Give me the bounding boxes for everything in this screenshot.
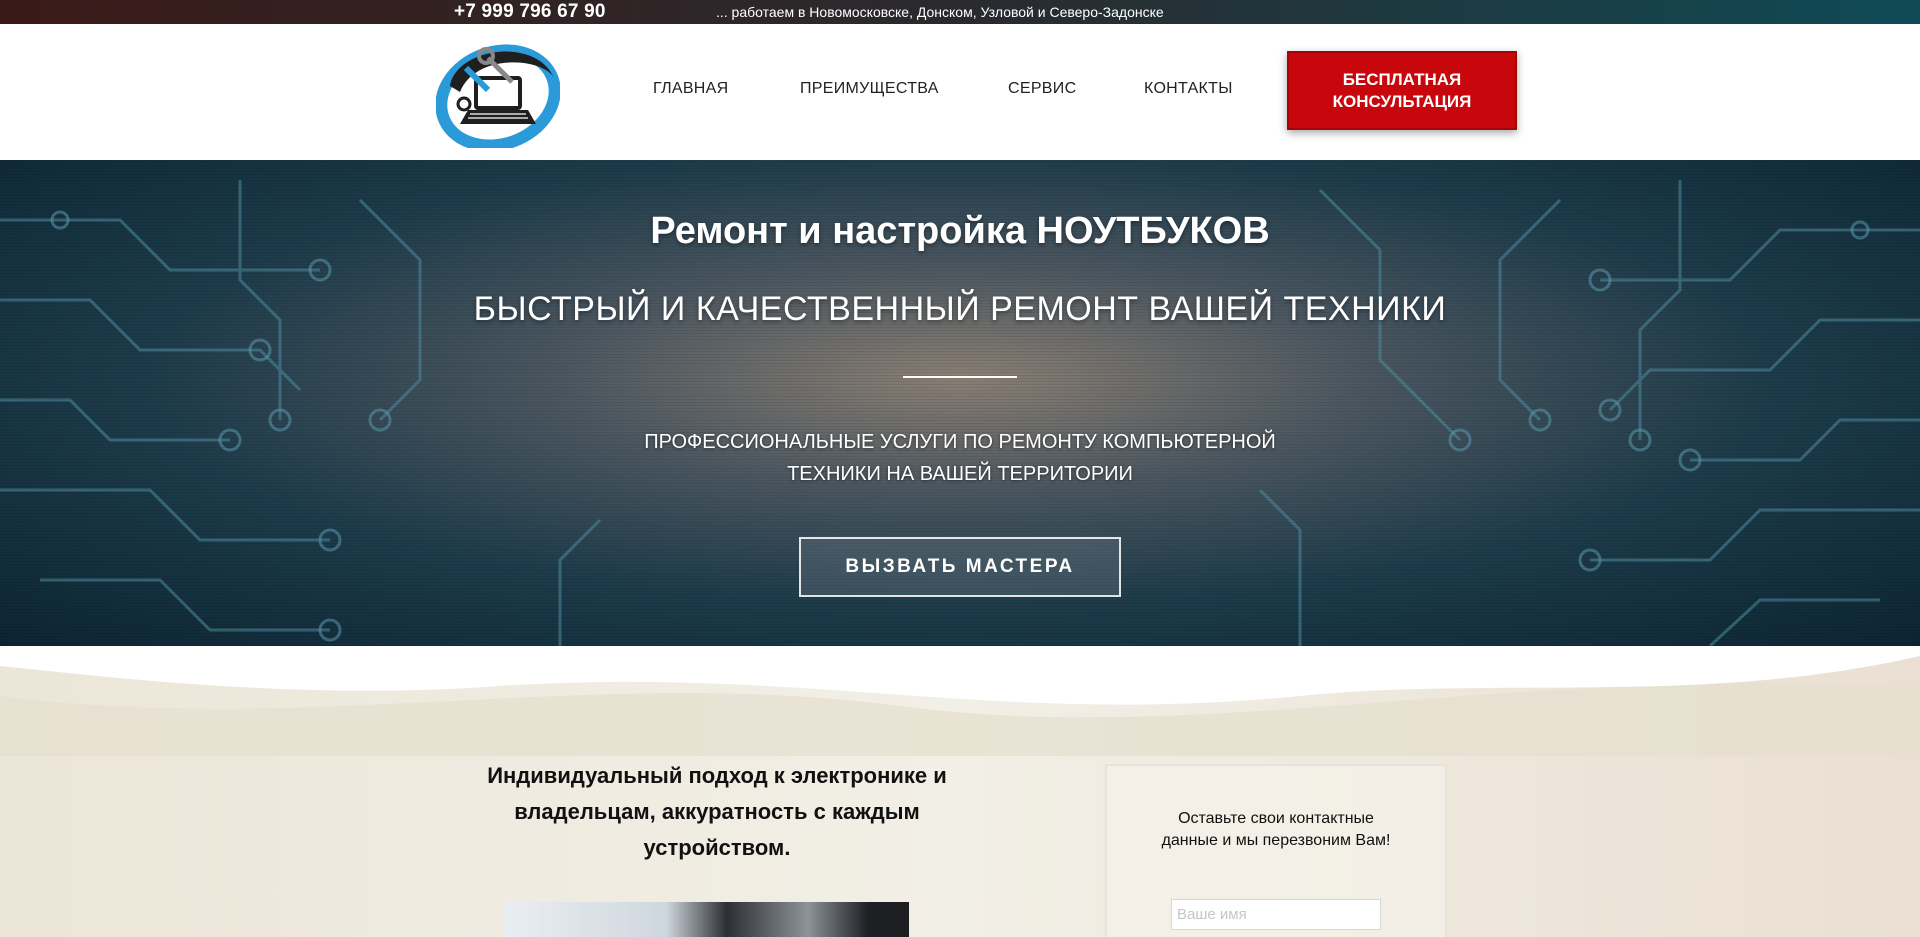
cta-line-2: КОНСУЛЬТАЦИЯ (1332, 91, 1472, 111)
hero-description: ПРОФЕССИОНАЛЬНЫЕ УСЛУГИ ПО РЕМОНТУ КОМПЬ… (560, 426, 1360, 490)
nav-item-service[interactable]: СЕРВИС (1008, 80, 1076, 98)
about-section: Индивидуальный подход к электронике и вл… (0, 646, 1920, 937)
technician-photo (504, 902, 909, 937)
hero-title: Ремонт и настройка НОУТБУКОВ (650, 210, 1270, 252)
laptop-repair-logo-icon[interactable] (435, 38, 561, 152)
wave-decoration (0, 646, 1920, 756)
callback-form-text: Оставьте свои контактные данные и мы пер… (1107, 808, 1445, 852)
hero-description-line-1: ПРОФЕССИОНАЛЬНЫЕ УСЛУГИ ПО РЕМОНТУ КОМПЬ… (644, 431, 1276, 453)
tagline-line-2: владельцам, аккуратность с каждым (514, 799, 920, 824)
tagline-line-3: устройством. (643, 835, 791, 860)
cta-line-1: БЕСПЛАТНАЯ (1342, 69, 1462, 89)
call-master-button[interactable]: ВЫЗВАТЬ МАСТЕРА (799, 537, 1121, 597)
nav-item-main[interactable]: ГЛАВНАЯ (653, 80, 729, 98)
site-header: ГЛАВНАЯ ПРЕИМУЩЕСТВА СЕРВИС КОНТАКТЫ БЕС… (0, 24, 1920, 160)
form-text-line-1: Оставьте свои контактные (1178, 810, 1374, 827)
top-bar: +7 999 796 67 90 ... работаем в Новомоск… (0, 0, 1920, 24)
phone-number[interactable]: +7 999 796 67 90 (454, 1, 606, 23)
nav-item-advantages[interactable]: ПРЕИМУЩЕСТВА (800, 80, 939, 98)
nav-item-contacts[interactable]: КОНТАКТЫ (1144, 80, 1233, 98)
free-consultation-button[interactable]: БЕСПЛАТНАЯ КОНСУЛЬТАЦИЯ (1287, 51, 1517, 130)
service-region-text: ... работаем в Новомосковске, Донском, У… (716, 4, 1164, 20)
hero-description-line-2: ТЕХНИКИ НА ВАШЕЙ ТЕРРИТОРИИ (787, 463, 1133, 485)
tagline-line-1: Индивидуальный подход к электронике и (487, 763, 947, 788)
name-input[interactable] (1171, 899, 1381, 930)
hero-divider (903, 376, 1017, 378)
hero-section: Ремонт и настройка НОУТБУКОВ БЫСТРЫЙ И К… (0, 160, 1920, 646)
form-text-line-2: данные и мы перезвоним Вам! (1161, 832, 1391, 849)
about-tagline: Индивидуальный подход к электронике и вл… (470, 758, 964, 866)
hero-subtitle: БЫСТРЫЙ И КАЧЕСТВЕННЫЙ РЕМОНТ ВАШЕЙ ТЕХН… (473, 290, 1447, 328)
